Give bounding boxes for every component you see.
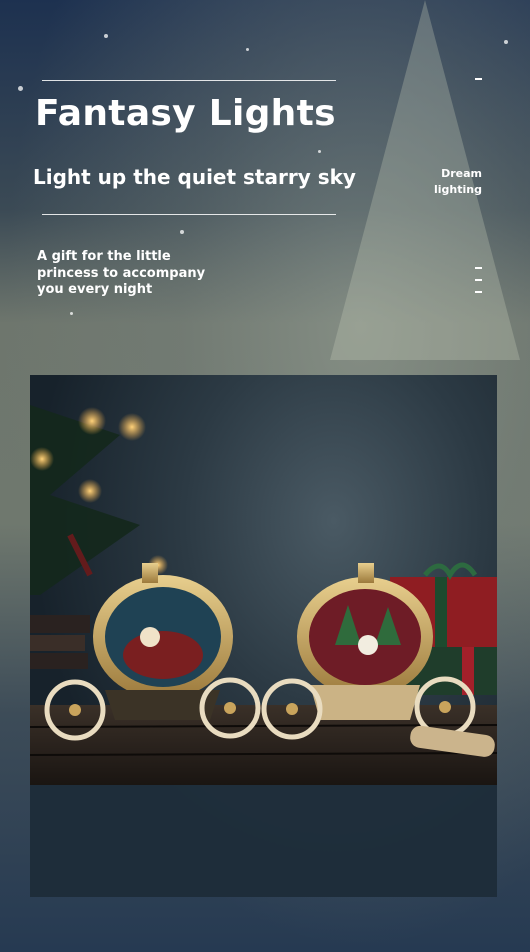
product-illustration xyxy=(30,405,497,897)
snowflake xyxy=(70,312,73,315)
snowflake xyxy=(180,230,184,234)
decor-dash xyxy=(475,78,482,80)
tagline: A gift for the little princess to accomp… xyxy=(37,249,206,297)
snowflake xyxy=(104,34,108,38)
page-title: Fantasy Lights xyxy=(35,93,336,134)
fairy-light xyxy=(118,413,146,441)
book-stack xyxy=(30,615,90,669)
bottom-rule xyxy=(42,214,336,215)
fairy-light xyxy=(30,447,54,471)
fairy-light xyxy=(78,479,102,503)
decor-dash xyxy=(475,279,482,281)
snowflake xyxy=(318,150,321,153)
page-subtitle: Light up the quiet starry sky xyxy=(33,165,356,189)
product-photo xyxy=(30,375,497,897)
decor-dash xyxy=(475,267,482,269)
fairy-light xyxy=(78,407,106,435)
snowflake xyxy=(504,40,508,44)
snowflake xyxy=(18,86,23,91)
top-rule xyxy=(42,80,336,81)
side-label-line2: lighting xyxy=(434,183,482,196)
side-label: Dream lighting xyxy=(420,166,482,198)
decor-dash xyxy=(475,291,482,293)
side-label-line1: Dream xyxy=(441,167,482,180)
snowflake xyxy=(246,48,249,51)
